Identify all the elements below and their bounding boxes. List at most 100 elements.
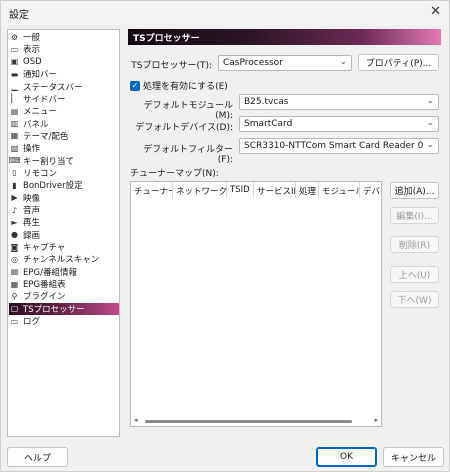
sidebar-item[interactable]: ▏ サイドバー xyxy=(9,93,119,105)
sidebar-item[interactable]: ⚙ 一般 xyxy=(9,31,119,44)
cancel-button[interactable]: キャンセル xyxy=(383,447,444,467)
column-header[interactable]: チューナー xyxy=(131,182,173,198)
ts-processor-value: CasProcessor xyxy=(223,58,283,68)
keyboard-icon: ⌨ xyxy=(8,156,21,166)
default-device-select[interactable]: SmartCard ⌄ xyxy=(239,116,439,132)
sidebar-item[interactable]: ▦ テーマ/配色 xyxy=(9,130,119,142)
title-bar: 設定 ✕ xyxy=(1,1,449,25)
sidebar-item[interactable]: ▁ ステータスバー xyxy=(9,80,119,93)
settings-category-list[interactable]: ⚙ 一般 ▭ 表示 ▣ OSD ▬ 通知バー ▁ ステータスバー ▏ サイドバー ▤ メニュー ▥ パネル ▦ テ… xyxy=(7,29,120,437)
window-title: 設定 xyxy=(9,10,29,21)
checkbox-check-icon: ✓ xyxy=(130,80,140,91)
default-device-value: SmartCard xyxy=(244,119,293,129)
edit-button[interactable]: 編集(I)... xyxy=(390,207,439,224)
sidebar-item[interactable]: ⚲ プラグイン xyxy=(9,290,119,303)
sidebar-item[interactable]: ♪ 音声 xyxy=(9,204,119,217)
sidebar-item[interactable]: ▤ メニュー xyxy=(9,105,119,118)
sidebar-item[interactable]: ⌨ キー割り当て xyxy=(9,155,119,167)
sidebar-item[interactable]: ► 再生 xyxy=(9,216,119,229)
sidebar-item[interactable]: ▮ BonDriver設定 xyxy=(9,179,119,192)
delete-button[interactable]: 削除(R) xyxy=(390,236,439,253)
page-header: TSプロセッサー xyxy=(128,29,441,45)
scroll-right-icon[interactable]: ▸ xyxy=(374,416,378,424)
horizontal-scrollbar[interactable]: ◂ ▸ xyxy=(131,416,381,426)
move-up-button[interactable]: 上へ(U) xyxy=(390,266,439,283)
column-header[interactable]: 処理 xyxy=(296,182,319,198)
side-bar-icon: ▏ xyxy=(11,94,18,104)
default-filter-select[interactable]: SCR3310-NTTCom Smart Card Reader 0 ⌄ xyxy=(239,138,439,154)
ts-processor-select[interactable]: CasProcessor ⌄ xyxy=(218,55,352,71)
chevron-down-icon: ⌄ xyxy=(426,140,434,150)
default-filter-label: デフォルトフィルター(F): xyxy=(143,145,233,165)
ts-processor-label: TSプロセッサー(T): xyxy=(131,61,212,71)
sidebar-item[interactable]: ● 録画 xyxy=(9,229,119,241)
sidebar-item-label: 通知バー xyxy=(23,70,58,81)
ts-processor-icon: ▢ xyxy=(10,304,19,314)
play-icon: ► xyxy=(11,217,18,227)
panel-icon: ▥ xyxy=(10,119,19,129)
gear-icon: ⚙ xyxy=(10,32,19,42)
sidebar-item-label: ログ xyxy=(23,317,41,328)
sidebar-item-label: キー割り当て xyxy=(23,156,75,167)
tuner-map-label: チューナーマップ(N): xyxy=(130,169,219,179)
column-header[interactable]: モジュール xyxy=(319,182,360,198)
chevron-down-icon: ⌄ xyxy=(339,57,347,67)
sidebar-item[interactable]: ▤ EPG/番組情報 xyxy=(9,266,119,278)
sidebar-item-label: BonDriver設定 xyxy=(23,181,83,192)
enable-processing-label: 処理を有効にする(E) xyxy=(143,82,228,92)
sidebar-item[interactable]: ▥ パネル xyxy=(9,117,119,130)
move-down-button[interactable]: 下へ(W) xyxy=(390,291,439,308)
sidebar-item[interactable]: ▦ EPG番組表 xyxy=(9,278,119,291)
column-header[interactable]: ネットワークID xyxy=(173,182,227,198)
sidebar-item-label: メニュー xyxy=(23,107,58,118)
bondriver-icon: ▮ xyxy=(12,180,17,190)
sidebar-item-label: チャンネルスキャン xyxy=(23,255,100,266)
sidebar-item[interactable]: ▣ OSD xyxy=(9,56,119,68)
scroll-thumb[interactable] xyxy=(145,420,352,423)
page-title: TSプロセッサー xyxy=(133,34,200,44)
properties-button[interactable]: プロパティ(P)... xyxy=(358,54,439,71)
default-module-value: B25.tvcas xyxy=(244,97,289,107)
column-header[interactable]: TSID xyxy=(227,182,254,198)
sidebar-item-label: リモコン xyxy=(23,168,58,179)
sidebar-item[interactable]: ▭ 表示 xyxy=(9,43,119,56)
sidebar-item[interactable]: ▢ TSプロセッサー xyxy=(9,302,119,315)
sidebar-item-label: サイドバー xyxy=(23,94,66,105)
sidebar-item[interactable]: ▬ 通知バー xyxy=(9,68,119,81)
sidebar-item-label: プラグイン xyxy=(23,292,66,303)
sidebar-item[interactable]: ▶ 映像 xyxy=(9,192,119,204)
osd-icon: ▣ xyxy=(10,57,19,67)
log-icon: ▭ xyxy=(10,316,19,326)
default-device-label: デフォルトデバイス(D): xyxy=(135,123,233,133)
sidebar-item-label: 音声 xyxy=(23,206,41,217)
sidebar-item-label: 操作 xyxy=(23,144,41,155)
ok-button[interactable]: OK xyxy=(316,447,377,467)
sidebar-item-label: 一般 xyxy=(23,33,41,44)
add-button[interactable]: 追加(A)... xyxy=(390,182,439,199)
scroll-left-icon[interactable]: ◂ xyxy=(134,416,138,424)
default-module-select[interactable]: B25.tvcas ⌄ xyxy=(239,94,439,110)
sidebar-item[interactable]: ◙ キャプチャ xyxy=(9,241,119,254)
sidebar-item[interactable]: ◎ チャンネルスキャン xyxy=(9,253,119,266)
sidebar-item-label: EPG/番組情報 xyxy=(23,267,77,278)
notify-bar-icon: ▬ xyxy=(10,69,19,79)
column-header[interactable]: デバイ xyxy=(360,182,381,198)
sidebar-item-label: ステータスバー xyxy=(23,82,83,93)
sidebar-item-label: パネル xyxy=(23,119,49,130)
enable-processing-checkbox[interactable]: ✓ 処理を有効にする(E) xyxy=(130,79,228,92)
epg-info-icon: ▤ xyxy=(10,267,19,277)
sidebar-item[interactable]: ▯ リモコン xyxy=(9,167,119,179)
capture-icon: ◙ xyxy=(10,242,19,252)
column-header[interactable]: サービスID xyxy=(254,182,296,198)
help-button[interactable]: ヘルプ xyxy=(7,447,68,467)
close-icon[interactable]: ✕ xyxy=(430,4,441,19)
video-icon: ▶ xyxy=(11,193,18,203)
sidebar-item[interactable]: ▧ 操作 xyxy=(9,142,119,155)
plugin-icon: ⚲ xyxy=(11,291,18,301)
sidebar-item[interactable]: ▭ ログ xyxy=(9,315,119,328)
chevron-down-icon: ⌄ xyxy=(426,96,434,106)
display-icon: ▭ xyxy=(10,44,19,54)
tuner-map-table[interactable]: チューナー ネットワークID TSID サービスID 処理 モジュール デバイ … xyxy=(130,181,382,427)
remote-icon: ▯ xyxy=(12,168,17,178)
default-filter-value: SCR3310-NTTCom Smart Card Reader 0 xyxy=(244,141,424,151)
